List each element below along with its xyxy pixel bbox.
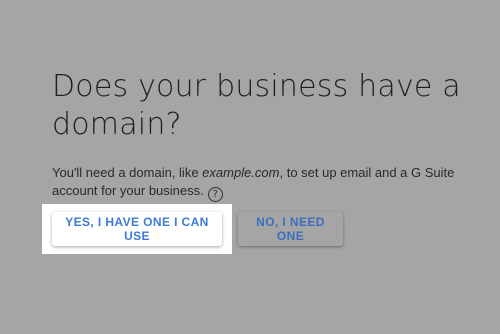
description-example-domain: example.com	[202, 165, 280, 180]
domain-question-section: Does your business have a domain?	[52, 68, 482, 144]
help-circle-icon[interactable]: ?	[207, 187, 223, 202]
page-description: You'll need a domain, like example.com, …	[52, 164, 482, 202]
page-title: Does your business have a domain?	[52, 69, 461, 142]
description-text-start: You'll need a domain, like	[52, 165, 203, 180]
have-domain-button[interactable]: YES, I HAVE ONE I CAN USE	[52, 212, 222, 246]
need-domain-button[interactable]: NO, I NEED ONE	[238, 212, 343, 246]
